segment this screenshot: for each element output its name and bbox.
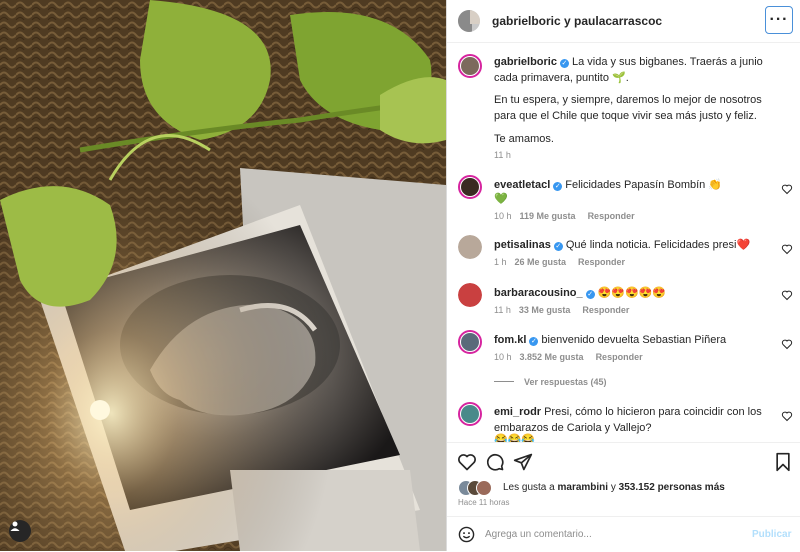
- like-heart-icon[interactable]: [781, 183, 793, 195]
- more-options-button[interactable]: ···: [765, 6, 793, 34]
- comments-list[interactable]: gabrielboric ✓ La vida y sus bigbanes. Tra…: [447, 42, 800, 442]
- reply-button[interactable]: Responder: [596, 352, 643, 362]
- like-count[interactable]: 119 Me gusta: [520, 211, 576, 221]
- avatar[interactable]: [458, 283, 482, 307]
- tagged-user-icon[interactable]: [9, 520, 31, 542]
- author-avatar[interactable]: [458, 10, 480, 32]
- comment-text: fom.kl ✓ bienvenido devuelta Sebastian Piñ…: [494, 334, 727, 346]
- caption-text-3: Te amamos.: [494, 133, 554, 145]
- username[interactable]: eveatletacl: [494, 179, 550, 191]
- liker-avatars: [458, 480, 498, 496]
- divider: [494, 381, 514, 382]
- avatar[interactable]: [458, 330, 482, 354]
- comment-meta: 10 h 119 Me gusta Responder: [494, 211, 635, 221]
- like-heart-icon[interactable]: [781, 289, 793, 301]
- post-actions: [447, 442, 800, 479]
- bookmark-icon[interactable]: [773, 452, 793, 472]
- verified-icon: ✓: [529, 337, 539, 346]
- like-heart-icon[interactable]: [457, 452, 477, 472]
- avatar[interactable]: [458, 402, 482, 426]
- ultrasound-photo-illustration: [0, 0, 446, 551]
- like-count[interactable]: 3.852 Me gusta: [520, 352, 584, 362]
- comment-text: barbaracousino_ ✓ 😍😍😍😍😍: [494, 287, 667, 299]
- username[interactable]: emi_rodr: [494, 406, 541, 418]
- comment-icon[interactable]: [485, 452, 505, 472]
- verified-icon: ✓: [553, 182, 563, 191]
- emoji-icon[interactable]: [458, 526, 475, 543]
- post-photo[interactable]: [0, 0, 446, 551]
- like-heart-icon[interactable]: [781, 410, 793, 422]
- like-heart-icon[interactable]: [781, 243, 793, 255]
- reply-button[interactable]: Responder: [588, 211, 635, 221]
- avatar[interactable]: [458, 54, 482, 78]
- reply-button[interactable]: Responder: [582, 305, 629, 315]
- username[interactable]: gabrielboric: [494, 56, 557, 68]
- comment-emoji: 😂😂😂: [494, 434, 536, 442]
- verified-icon: ✓: [553, 242, 563, 251]
- username[interactable]: barbaracousino_: [494, 287, 583, 299]
- like-heart-icon[interactable]: [781, 338, 793, 350]
- post-comment-button[interactable]: Publicar: [752, 529, 791, 540]
- caption-text: gabrielboric ✓ La vida y sus bigbanes. Tra…: [494, 56, 763, 84]
- comment-meta: 11 h 33 Me gusta Responder: [494, 305, 630, 315]
- like-count[interactable]: 26 Me gusta: [515, 257, 567, 267]
- share-icon[interactable]: [513, 452, 533, 472]
- reply-button[interactable]: Responder: [578, 257, 625, 267]
- comment-input[interactable]: [485, 526, 735, 543]
- caption-text-2: En tu espera, y siempre, daremos lo mejo…: [494, 94, 762, 122]
- like-count[interactable]: 33 Me gusta: [519, 305, 571, 315]
- post-dialog: gabrielboric y paulacarrascoc ··· gabrie…: [0, 0, 800, 551]
- likes-summary: Les gusta a marambini y 353.152 personas…: [447, 478, 800, 514]
- comment-meta: 10 h 3.852 Me gusta Responder: [494, 352, 643, 362]
- post-header: gabrielboric y paulacarrascoc ···: [447, 0, 800, 43]
- view-replies[interactable]: Ver respuestas (45): [494, 377, 607, 387]
- avatar[interactable]: [458, 235, 482, 259]
- comment-emoji: 💚: [494, 193, 508, 205]
- username[interactable]: fom.kl: [494, 334, 526, 346]
- username[interactable]: petisalinas: [494, 239, 551, 251]
- comment-meta: 1 h 26 Me gusta Responder: [494, 257, 626, 267]
- caption-time: 11 h: [494, 150, 511, 160]
- verified-icon: ✓: [559, 59, 569, 68]
- verified-icon: ✓: [585, 290, 595, 299]
- add-comment-bar: Publicar: [447, 516, 800, 552]
- avatar[interactable]: [458, 175, 482, 199]
- post-side-panel: gabrielboric y paulacarrascoc ··· gabrie…: [446, 0, 800, 551]
- post-authors[interactable]: gabrielboric y paulacarrascoc: [492, 14, 662, 28]
- post-time: Hace 11 horas: [458, 498, 510, 507]
- likes-text[interactable]: Les gusta a marambini y 353.152 personas…: [503, 482, 725, 493]
- comment-text: petisalinas ✓ Qué linda noticia. Felicidad…: [494, 239, 751, 251]
